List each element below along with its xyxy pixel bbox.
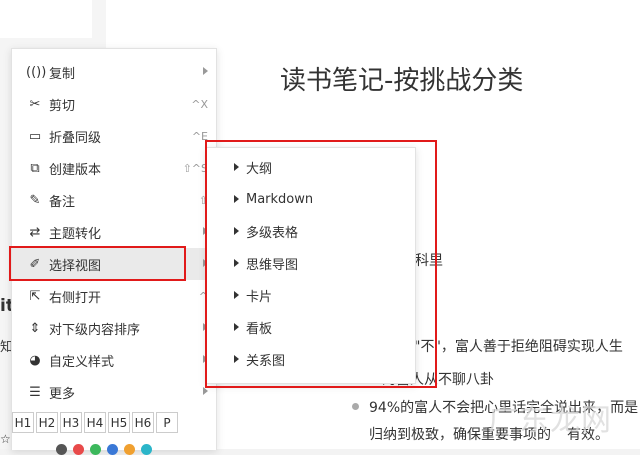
menu-item-label: 创建版本	[49, 162, 102, 178]
menu-item-label: 对下级内容排序	[49, 322, 141, 338]
menu-item-sort-children[interactable]: ⇕ 对下级内容排序	[12, 312, 216, 344]
color-swatch[interactable]	[73, 444, 84, 455]
external-link-icon: ⇱	[29, 288, 41, 304]
menu-item-label: 主题转化	[49, 226, 102, 242]
menu-item-note[interactable]: ✎ 备注 ⇧	[12, 184, 216, 216]
palette-icon: ◕	[29, 352, 41, 368]
menu-item-copy[interactable]: (()) 复制	[12, 56, 216, 88]
color-swatch[interactable]	[107, 444, 118, 455]
sort-icon: ⇕	[29, 320, 41, 336]
menu-item-label: 剪切	[49, 98, 76, 114]
heading-h6-button[interactable]: H6	[132, 412, 154, 433]
menu-item-more[interactable]: ☰ 更多	[12, 376, 216, 408]
submenu-arrow-icon	[203, 67, 208, 75]
scissors-icon: ✂	[29, 96, 41, 112]
left-panel-header	[0, 0, 92, 38]
menu-item-open-right[interactable]: ⇱ 右侧打开 ^	[12, 280, 216, 312]
heading-h5-button[interactable]: H5	[108, 412, 130, 433]
color-picker	[56, 444, 152, 455]
menu-item-label: 右侧打开	[49, 290, 102, 306]
menu-item-custom-style[interactable]: ◕ 自定义样式	[12, 344, 216, 376]
heading-h1-button[interactable]: H1	[12, 412, 34, 433]
shortcut-label: ^X	[191, 97, 208, 111]
pencil-icon: ✎	[29, 192, 41, 208]
menu-item-label: 自定义样式	[49, 354, 115, 370]
color-swatch[interactable]	[90, 444, 101, 455]
menu-item-create-version[interactable]: ⧉ 创建版本 ⇧^S	[12, 152, 216, 184]
heading-h4-button[interactable]: H4	[84, 412, 106, 433]
color-swatch[interactable]	[124, 444, 135, 455]
folder-icon: ▭	[28, 128, 42, 144]
highlight-box	[205, 140, 437, 388]
menu-item-label: 折叠同级	[49, 130, 102, 146]
paragraph-button[interactable]: P	[156, 412, 178, 433]
swap-icon: ⇄	[29, 224, 41, 240]
menu-item-fold-siblings[interactable]: ▭ 折叠同级 ^E	[12, 120, 216, 152]
bullet-point	[352, 403, 359, 410]
menu-item-label: 复制	[49, 66, 76, 82]
page-title: 读书笔记-按挑战分类	[280, 66, 524, 96]
watermark: 广东龙网	[488, 403, 612, 438]
heading-h3-button[interactable]: H3	[60, 412, 82, 433]
highlight-box	[9, 246, 186, 281]
heading-buttons: H1 H2 H3 H4 H5 H6 P	[12, 412, 178, 433]
color-swatch[interactable]	[56, 444, 67, 455]
menu-item-label: 更多	[49, 386, 76, 402]
submenu-arrow-icon	[203, 387, 208, 395]
menu-item-cut[interactable]: ✂ 剪切 ^X	[12, 88, 216, 120]
color-swatch[interactable]	[141, 444, 152, 455]
menu-item-label: 备注	[49, 194, 76, 210]
heading-h2-button[interactable]: H2	[36, 412, 58, 433]
list-icon: ☰	[29, 384, 41, 400]
copy-icon: (())	[26, 64, 47, 80]
version-icon: ⧉	[30, 160, 40, 176]
menu-item-convert-topic[interactable]: ⇄ 主题转化	[12, 216, 216, 248]
star-icon: ☆	[0, 432, 11, 446]
